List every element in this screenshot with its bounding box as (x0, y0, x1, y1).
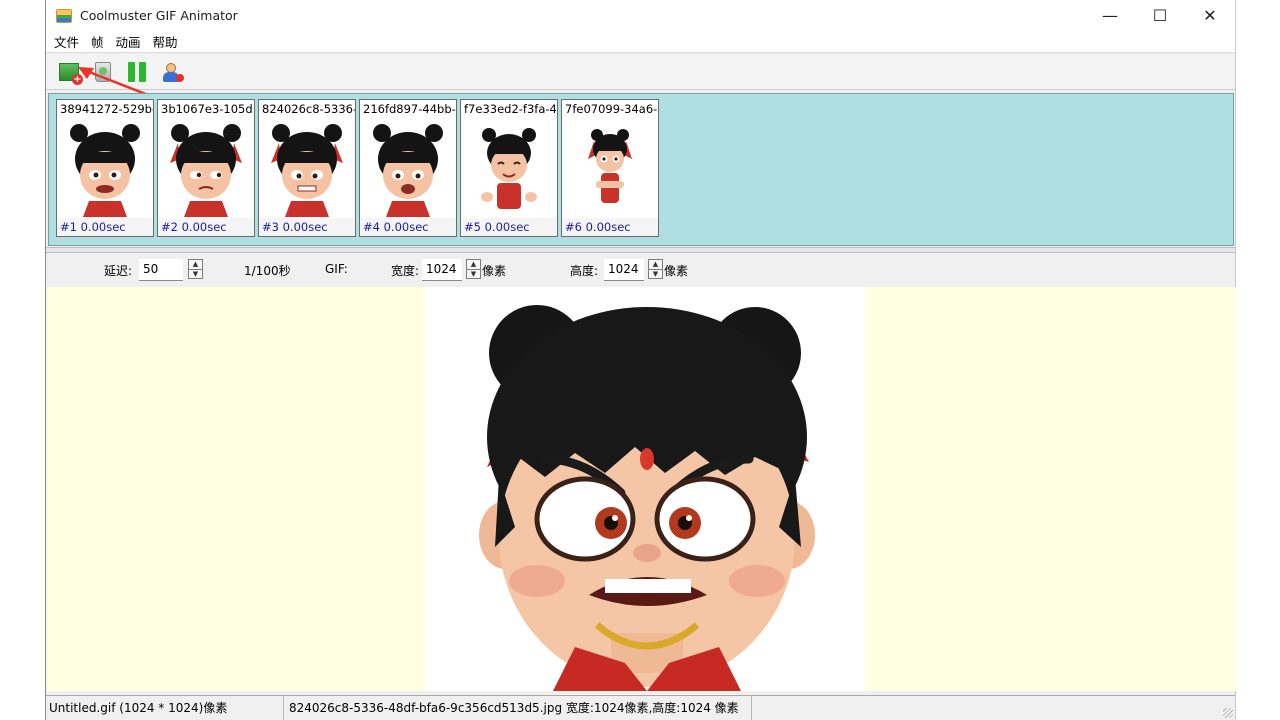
height-unit-label: 像素 (664, 264, 689, 278)
maximize-button[interactable]: ☐ (1135, 0, 1185, 31)
width-input[interactable]: 1024 (422, 259, 462, 281)
add-frame-button[interactable]: + (58, 61, 83, 85)
delay-unit-label: 1/100秒 (244, 264, 291, 278)
menu-help[interactable]: 帮助 (153, 32, 178, 51)
height-input[interactable]: 1024 (604, 259, 644, 281)
frame-delay-label: #3 0.00sec (259, 218, 355, 236)
frame-delay-label: #2 0.00sec (158, 218, 254, 236)
window-controls: — ☐ ✕ (1085, 0, 1235, 31)
resize-grip-icon[interactable] (1223, 708, 1233, 718)
frame-filename: 216fd897-44bb- (363, 102, 456, 116)
frame-filename: f7e33ed2-f3fa-4 (464, 102, 557, 116)
menu-file[interactable]: 文件 (54, 32, 79, 51)
menu-bar: 文件 帧 动画 帮助 (46, 31, 1235, 53)
width-unit-label: 像素 (482, 264, 507, 278)
frame-card[interactable]: f7e33ed2-f3fa-4 #5 0.00sec (460, 99, 558, 237)
preview-area (47, 287, 1236, 691)
about-icon (161, 62, 184, 82)
frame-thumbnail (461, 118, 557, 218)
frame-thumbnail (158, 118, 254, 218)
app-window: Coolmuster GIF Animator — ☐ ✕ 文件 帧 动画 帮助… (45, 0, 1236, 720)
frame-thumbnail (360, 118, 456, 218)
frame-delay-label: #1 0.00sec (57, 218, 153, 236)
frame-card[interactable]: 216fd897-44bb- #4 0.00sec (359, 99, 457, 237)
frame-delay-label: #5 0.00sec (461, 218, 557, 236)
delay-stepper[interactable]: ▲ ▼ (188, 259, 203, 279)
add-frame-icon: + (59, 62, 83, 85)
frame-card[interactable]: 38941272-529b- #1 0.00sec (56, 99, 154, 237)
frame-card[interactable]: 3b1067e3-105d #2 0.00sec (157, 99, 255, 237)
toolbar: + (46, 54, 1235, 90)
frame-filename: 824026c8-5336- (262, 102, 355, 116)
frame-card[interactable]: 824026c8-5336- #3 0.00sec (258, 99, 356, 237)
frame-filename: 3b1067e3-105d (161, 102, 253, 116)
minimize-button[interactable]: — (1085, 0, 1135, 31)
frame-delay-label: #4 0.00sec (360, 218, 456, 236)
menu-animation[interactable]: 动画 (116, 32, 141, 51)
frame-card[interactable]: 7fe07099-34a6- #6 0.00sec (561, 99, 659, 237)
frame-thumbnail (259, 118, 355, 218)
width-label: 宽度: (391, 264, 420, 278)
pause-icon (128, 61, 146, 82)
status-frame-info: 824026c8-5336-48df-bfa6-9c356cd513d5.jpg… (286, 696, 752, 720)
frame-filename: 7fe07099-34a6- (565, 102, 658, 116)
delay-input[interactable]: 50 (139, 259, 183, 281)
menu-frame[interactable]: 帧 (91, 32, 104, 51)
preview-image (425, 287, 865, 691)
frame-thumbnail (57, 118, 153, 218)
delete-frame-button[interactable] (92, 61, 114, 83)
panel-splitter[interactable] (46, 247, 1235, 253)
about-button[interactable] (160, 61, 184, 83)
frame-filename: 38941272-529b- (60, 102, 153, 116)
app-logo-icon (56, 8, 72, 23)
close-button[interactable]: ✕ (1185, 0, 1235, 31)
frame-thumbnail (562, 118, 658, 218)
width-stepper[interactable]: ▲ ▼ (466, 259, 481, 279)
gif-label: GIF: (325, 262, 348, 276)
height-label: 高度: (570, 264, 599, 278)
frame-delay-label: #6 0.00sec (562, 218, 658, 236)
height-stepper[interactable]: ▲ ▼ (648, 259, 663, 279)
pause-button[interactable] (126, 61, 148, 83)
window-title: Coolmuster GIF Animator (80, 8, 238, 23)
status-bar: Untitled.gif (1024 * 1024)像素 824026c8-53… (46, 695, 1235, 720)
delay-label: 延迟: (104, 264, 133, 278)
frames-strip: 38941272-529b- #1 0.00sec 3b1067e3-105d … (48, 93, 1234, 246)
title-bar[interactable]: Coolmuster GIF Animator — ☐ ✕ (46, 0, 1235, 31)
frame-properties-bar: 延迟: 50 ▲ ▼ 1/100秒 GIF: 宽度: 1024 ▲ ▼ 像素 高度:… (46, 255, 1235, 285)
status-file-info: Untitled.gif (1024 * 1024)像素 (46, 696, 284, 720)
delete-frame-icon (95, 61, 111, 82)
